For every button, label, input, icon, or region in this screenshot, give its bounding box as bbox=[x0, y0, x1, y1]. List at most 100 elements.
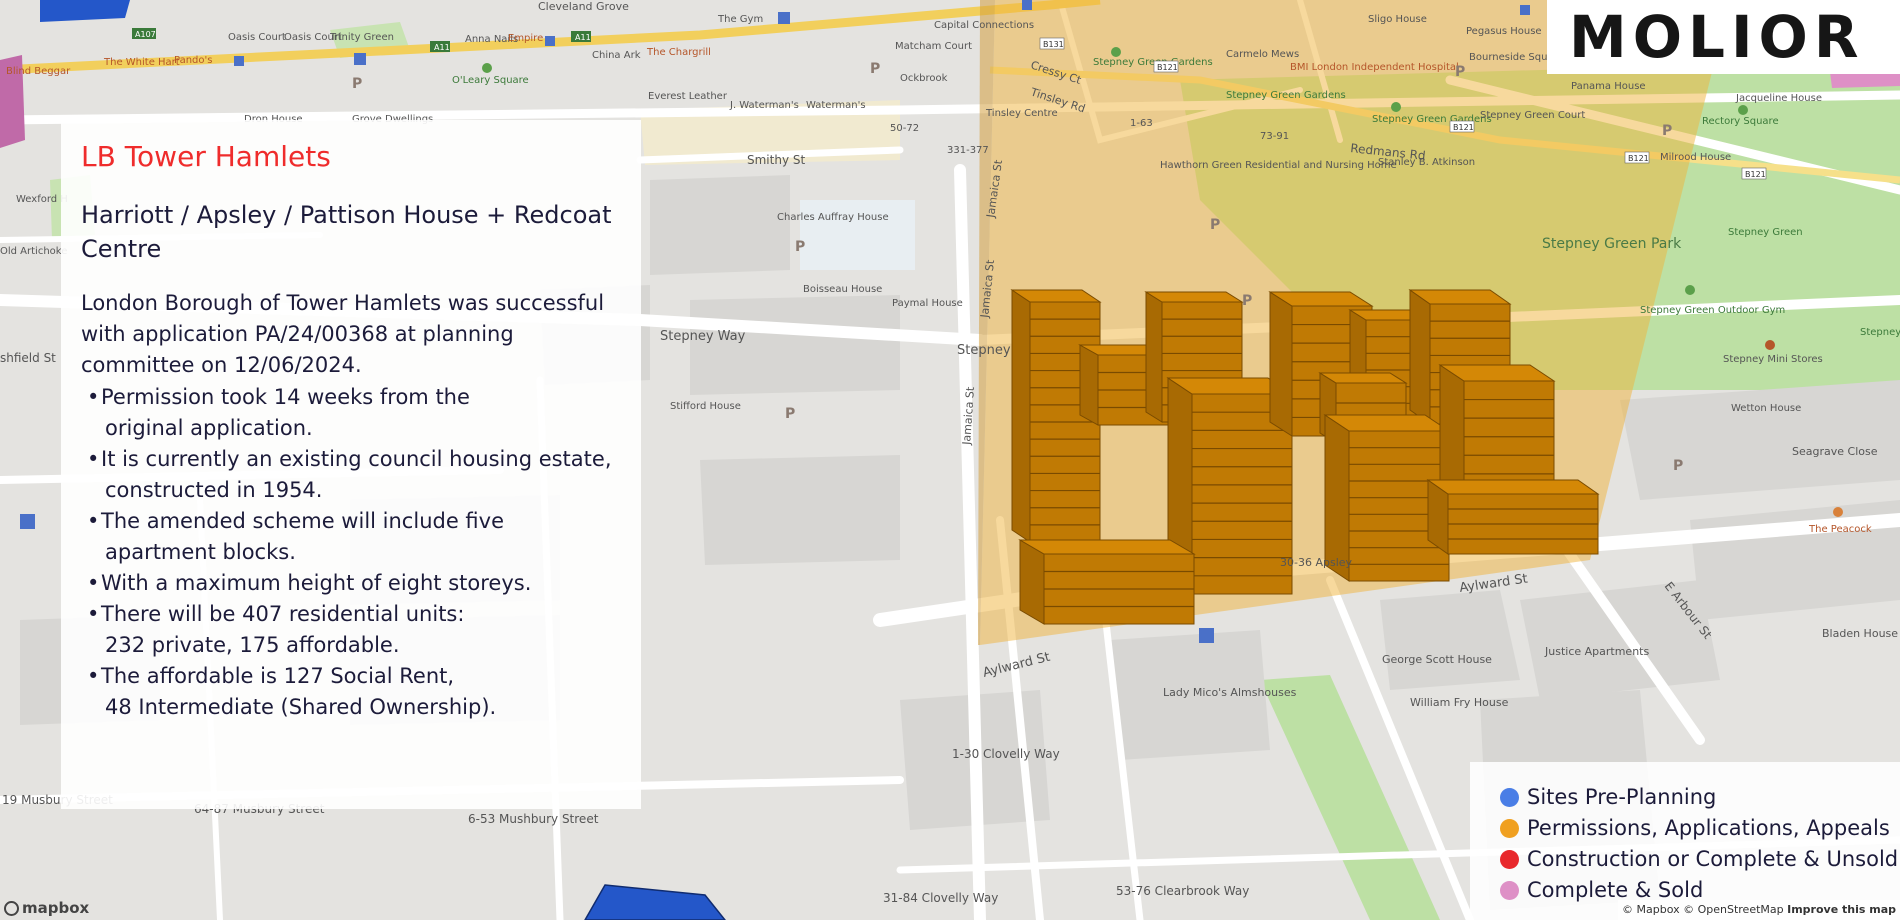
label-milrood-house: Milrood House bbox=[1660, 152, 1731, 163]
site-fact-item: The affordable is 127 Social Rent, 48 In… bbox=[87, 661, 627, 723]
parking-icon: P bbox=[870, 61, 880, 77]
label-pando: Pando's bbox=[174, 55, 212, 66]
shield-a11-1: A11 bbox=[434, 43, 450, 52]
bike-icon bbox=[20, 514, 35, 529]
label-oasis-court-1: Oasis Court bbox=[228, 32, 286, 43]
label-bladen-house: Bladen House bbox=[1822, 627, 1898, 640]
label-boisseau-house: Boisseau House bbox=[803, 284, 882, 295]
legend-item-permissions[interactable]: Permissions, Applications, Appeals bbox=[1500, 813, 1890, 843]
legend-label: Permissions, Applications, Appeals bbox=[1527, 816, 1890, 840]
legend-item-construction[interactable]: Construction or Complete & Unsold bbox=[1500, 844, 1898, 874]
tree-icon bbox=[1111, 47, 1121, 57]
parking-icon: P bbox=[352, 76, 362, 92]
label-pegasus-house: Pegasus House bbox=[1466, 26, 1542, 37]
label-the-chargrill: The Chargrill bbox=[646, 47, 711, 58]
parking-icon: P bbox=[1662, 123, 1672, 139]
label-charles-auffray: Charles Auffray House bbox=[777, 212, 889, 223]
legend-item-pre-planning[interactable]: Sites Pre-Planning bbox=[1500, 782, 1716, 812]
label-trinity-green: Trinity Green bbox=[329, 32, 394, 43]
shield-a107: A107 bbox=[135, 30, 156, 39]
label-blind-beggar: Blind Beggar bbox=[6, 66, 71, 77]
tree-icon bbox=[482, 63, 492, 73]
label-watermans: Waterman's bbox=[806, 100, 866, 111]
label-sligo-house: Sligo House bbox=[1368, 14, 1427, 25]
block-roof bbox=[1144, 291, 1244, 303]
label-50-72: 50-72 bbox=[890, 123, 919, 134]
label-331-377: 331-377 bbox=[947, 145, 989, 156]
parking-icon: P bbox=[795, 239, 805, 255]
label-stepney-green-gardens-2: Stepney Green Gardens bbox=[1226, 90, 1346, 101]
label-cleveland-grove: Cleveland Grove bbox=[538, 0, 629, 13]
label-rectory-square: Rectory Square bbox=[1702, 116, 1779, 127]
improve-map-link[interactable]: Improve this map bbox=[1787, 903, 1896, 916]
label-the-white-hart: The White Hart bbox=[103, 57, 180, 68]
label-carmelo-mews: Carmelo Mews bbox=[1226, 49, 1299, 60]
site-fact-item: There will be 407 residential units: 232… bbox=[87, 599, 627, 661]
mapbox-logo-text: mapbox bbox=[22, 899, 90, 917]
block-side bbox=[1011, 289, 1031, 543]
block-side bbox=[1409, 289, 1431, 425]
site-fact-item: Permission took 14 weeks from the origin… bbox=[87, 382, 627, 444]
map-legend: Sites Pre-Planning Permissions, Applicat… bbox=[1470, 762, 1900, 920]
tree-icon bbox=[1685, 285, 1695, 295]
site-title: Harriott / Apsley / Pattison House + Red… bbox=[81, 201, 612, 263]
label-the-gym: The Gym bbox=[717, 14, 763, 25]
label-clovelly-1-30: 1-30 Clovelly Way bbox=[952, 747, 1060, 761]
block-side bbox=[1019, 539, 1045, 625]
fact-line: 48 Intermediate (Shared Ownership). bbox=[105, 695, 497, 719]
label-stepney-green: Stepney Green bbox=[1728, 227, 1803, 238]
apartment-block bbox=[1426, 479, 1600, 555]
legend-label: Complete & Sold bbox=[1527, 878, 1704, 902]
mapbox-logo[interactable]: mapbox bbox=[4, 899, 89, 917]
label-empire: Empire bbox=[508, 33, 543, 44]
bike-icon bbox=[778, 12, 790, 24]
label-lady-micos: Lady Mico's Almshouses bbox=[1163, 686, 1297, 699]
parking-icon: P bbox=[1673, 458, 1683, 474]
site-facts-list: Permission took 14 weeks from the origin… bbox=[87, 382, 627, 723]
label-mushbury-6-53: 6-53 Mushbury Street bbox=[468, 812, 599, 826]
shield-b131: B131 bbox=[1043, 40, 1064, 49]
mapbox-icon bbox=[4, 900, 19, 916]
fact-line: The amended scheme will include five bbox=[101, 509, 504, 533]
label-seagrave-close: Seagrave Close bbox=[1792, 445, 1878, 458]
apartment-block bbox=[1018, 539, 1196, 625]
bus-icon bbox=[1520, 5, 1530, 15]
bike-icon bbox=[354, 53, 366, 65]
label-ockbrook: Ockbrook bbox=[900, 73, 948, 84]
site-fact-item: The amended scheme will include five apa… bbox=[87, 506, 627, 568]
block-roof bbox=[1426, 479, 1600, 495]
shop-icon bbox=[1765, 340, 1775, 350]
label-panama-house: Panama House bbox=[1571, 81, 1646, 92]
fact-line: The affordable is 127 Social Rent, bbox=[101, 664, 455, 688]
parking-icon: P bbox=[1210, 217, 1220, 233]
label-capital-connections: Capital Connections bbox=[934, 20, 1034, 31]
label-matcham-court: Matcham Court bbox=[895, 41, 972, 52]
label-stifford-house: Stifford House bbox=[670, 401, 741, 412]
label-hawthorn-green: Hawthorn Green Residential and Nursing H… bbox=[1160, 160, 1397, 171]
label-justice-apartments: Justice Apartments bbox=[1544, 645, 1649, 658]
block-side bbox=[1079, 344, 1099, 426]
fact-line: original application. bbox=[105, 416, 313, 440]
shield-a11-2: A11 bbox=[575, 33, 591, 42]
light-block bbox=[800, 200, 915, 270]
attribution-osm-link[interactable]: © OpenStreetMap bbox=[1683, 903, 1784, 916]
fact-line: Permission took 14 weeks from the bbox=[101, 385, 470, 409]
label-tinsley-centre: Tinsley Centre bbox=[985, 108, 1058, 119]
legend-label: Sites Pre-Planning bbox=[1527, 785, 1717, 809]
label-the-peacock: The Peacock bbox=[1808, 524, 1872, 535]
label-wetton-house: Wetton House bbox=[1731, 403, 1801, 414]
label-ashfield-st: shfield St bbox=[0, 351, 56, 365]
block-side bbox=[1269, 291, 1293, 437]
brand-logo[interactable]: MOLIOR bbox=[1547, 0, 1900, 74]
label-stepney-green-outdoor-gym: Stepney Green Outdoor Gym bbox=[1640, 305, 1785, 316]
block-side bbox=[1145, 291, 1163, 423]
pub-icon bbox=[1833, 507, 1843, 517]
label-1-63: 1-63 bbox=[1130, 118, 1153, 129]
label-stepney-green-court: Stepney Green Court bbox=[1480, 110, 1585, 121]
fact-line: It is currently an existing council hous… bbox=[101, 447, 612, 471]
shield-b121-4: B121 bbox=[1745, 170, 1766, 179]
attribution-mapbox-link[interactable]: © Mapbox bbox=[1622, 903, 1680, 916]
label-george-scott-house: George Scott House bbox=[1382, 653, 1492, 666]
fact-line: With a maximum height of eight storeys. bbox=[101, 571, 532, 595]
label-smithy-st: Smithy St bbox=[747, 153, 805, 167]
